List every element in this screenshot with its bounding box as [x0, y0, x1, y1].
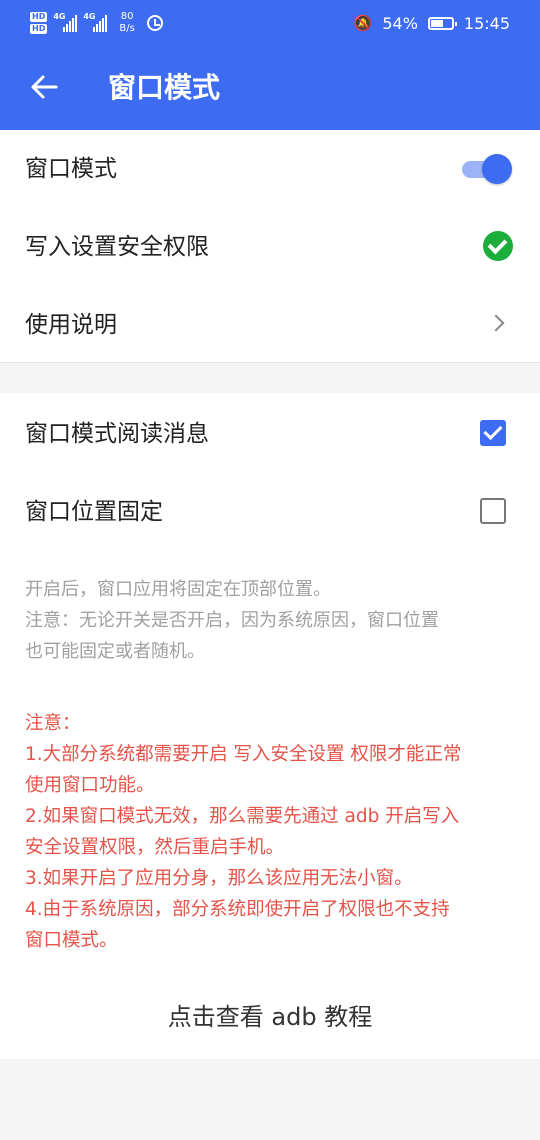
warning-line: 使用窗口功能。	[25, 775, 155, 796]
window-mode-row[interactable]: 窗口模式	[0, 130, 540, 208]
network-speed-value: 80	[120, 11, 134, 22]
arrow-left-icon[interactable]	[28, 71, 60, 103]
read-messages-checkbox[interactable]	[480, 420, 506, 446]
warning-line: 注意：	[25, 713, 81, 734]
fixed-position-row[interactable]: 窗口位置固定	[0, 473, 540, 551]
page-title: 窗口模式	[108, 71, 221, 104]
status-bar: HD HD 4G 4G 80 B/s 🔕 54% 15:45	[0, 0, 540, 46]
network-type-label: 4G	[83, 12, 96, 21]
battery-percent: 54%	[382, 13, 418, 33]
app-bar: 窗口模式	[0, 46, 540, 130]
check-circle-icon	[483, 231, 513, 261]
warning-line: 3.如果开启了应用分身，那么该应用无法小窗。	[25, 868, 413, 889]
warning-text: 注意： 1.大部分系统都需要开启 写入安全设置 权限才能正常 使用窗口功能。 2…	[25, 708, 520, 956]
warning-line: 窗口模式。	[25, 930, 118, 951]
read-messages-label: 窗口模式阅读消息	[25, 421, 209, 447]
warning-line: 安全设置权限，然后重启手机。	[25, 837, 285, 858]
settings-card: 窗口模式 写入设置安全权限 使用说明	[0, 130, 540, 363]
instructions-row[interactable]: 使用说明	[0, 286, 540, 364]
window-mode-toggle[interactable]	[462, 154, 512, 184]
warning-line: 1.大部分系统都需要开启 写入安全设置 权限才能正常	[25, 744, 462, 765]
hint-text: 开启后，窗口应用将固定在顶部位置。 注意：无论开关是否开启，因为系统原因，窗口位…	[25, 574, 515, 667]
instructions-label: 使用说明	[25, 312, 117, 338]
alarm-icon	[146, 15, 163, 31]
options-card: 窗口模式阅读消息 窗口位置固定 开启后，窗口应用将固定在顶部位置。 注意：无论开…	[0, 393, 540, 1059]
warning-line: 2.如果窗口模式无效，那么需要先通过 adb 开启写入	[25, 806, 460, 827]
signal-icon: 4G	[53, 12, 78, 32]
window-mode-label: 窗口模式	[25, 156, 117, 182]
clock: 15:45	[463, 13, 510, 33]
hint-line: 开启后，窗口应用将固定在顶部位置。	[25, 579, 331, 600]
network-speed: 80 B/s	[119, 11, 134, 35]
hint-line: 也可能固定或者随机。	[25, 641, 205, 662]
read-messages-row[interactable]: 窗口模式阅读消息	[0, 395, 540, 473]
mute-bell-icon: 🔕	[353, 14, 373, 32]
hd-indicator: HD HD	[30, 12, 48, 34]
write-permission-row[interactable]: 写入设置安全权限	[0, 208, 540, 286]
hd-badge: HD	[30, 24, 48, 34]
status-bar-left: HD HD 4G 4G 80 B/s	[30, 8, 163, 38]
fixed-position-label: 窗口位置固定	[25, 499, 163, 525]
network-speed-unit: B/s	[119, 23, 135, 34]
fixed-position-checkbox[interactable]	[480, 498, 506, 524]
write-permission-label: 写入设置安全权限	[25, 234, 209, 260]
status-bar-right: 🔕 54% 15:45	[354, 8, 510, 38]
network-type-label: 4G	[53, 12, 66, 21]
signal-icon: 4G	[83, 12, 108, 32]
hint-line: 注意：无论开关是否开启，因为系统原因，窗口位置	[25, 610, 439, 631]
warning-line: 4.由于系统原因，部分系统即使开启了权限也不支持	[25, 899, 450, 920]
adb-tutorial-link[interactable]: 点击查看 adb 教程	[0, 999, 540, 1035]
battery-icon	[427, 16, 457, 30]
chevron-right-icon	[487, 314, 505, 332]
hd-badge: HD	[30, 12, 48, 22]
